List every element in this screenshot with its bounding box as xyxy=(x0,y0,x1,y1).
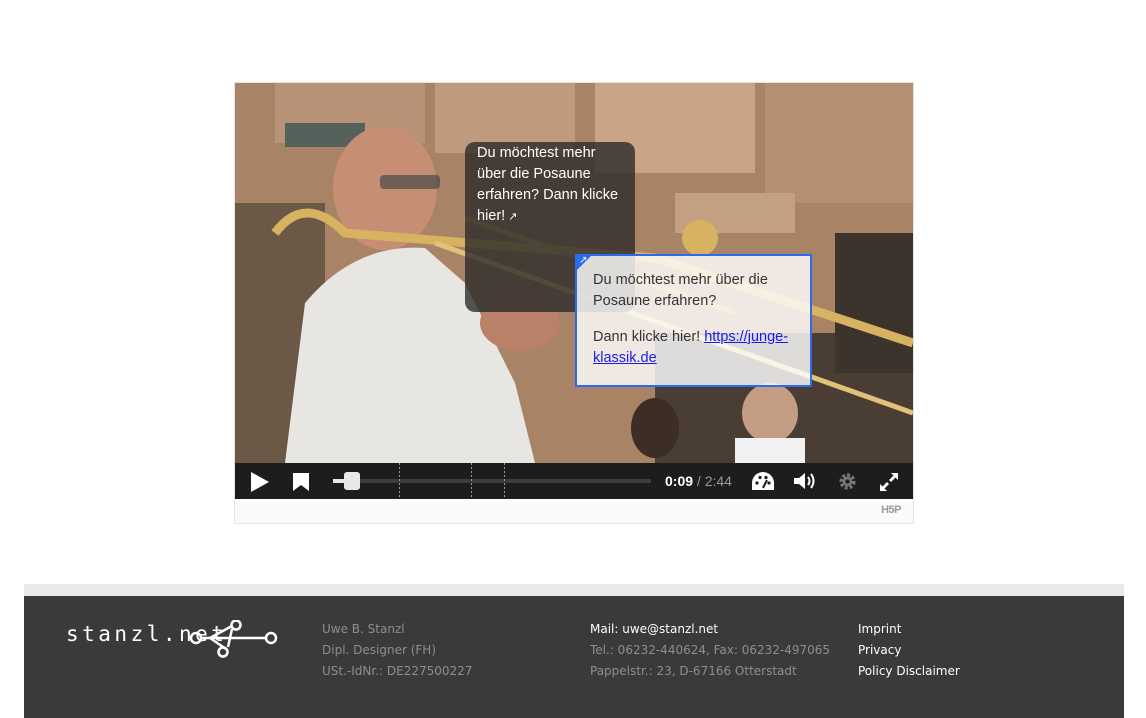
external-link-icon: ↗ xyxy=(579,255,588,266)
interaction-marker xyxy=(399,463,400,499)
footer-links: Imprint Privacy Policy Disclaimer xyxy=(858,619,960,682)
network-logo-icon xyxy=(189,620,278,658)
site-footer: stanzl.net Uwe B. Stanzl Dipl. Designer … xyxy=(24,596,1124,718)
footer-contact: Mail: uwe@stanzl.net Tel.: 06232-440624,… xyxy=(590,619,830,682)
volume-icon[interactable] xyxy=(793,472,817,490)
video-frame[interactable]: Du möchtest mehr über die Posaune erfahr… xyxy=(235,83,913,463)
player-footer: H5P xyxy=(235,499,913,523)
time-display: 0:09 / 2:44 xyxy=(665,473,732,489)
footer-vat-id: USt.-IdNr.: DE227500227 xyxy=(322,664,473,678)
footer-divider xyxy=(24,584,1124,596)
footer-name: Uwe B. Stanzl xyxy=(322,622,405,636)
footer-link-disclaimer[interactable]: Policy Disclaimer xyxy=(858,661,960,682)
footer-phone: Tel.: 06232-440624, Fax: 06232-497065 xyxy=(590,643,831,657)
bookmark-icon[interactable] xyxy=(293,473,309,491)
play-icon[interactable] xyxy=(251,472,269,492)
settings-gear-icon[interactable] xyxy=(838,472,857,491)
playback-speed-icon[interactable] xyxy=(751,471,775,491)
hotspot-text: Du möchtest mehr über die Posaune erfahr… xyxy=(477,145,619,224)
time-separator: / xyxy=(693,473,705,489)
external-link-icon: ↗ xyxy=(508,211,518,223)
footer-link-privacy[interactable]: Privacy xyxy=(858,640,960,661)
current-time: 0:09 xyxy=(665,473,694,489)
fullscreen-icon[interactable] xyxy=(879,472,899,492)
progress-handle[interactable] xyxy=(344,472,360,490)
progress-track[interactable] xyxy=(333,479,651,483)
control-bar: 0:09 / 2:44 xyxy=(235,463,913,499)
interaction-marker xyxy=(504,463,505,499)
footer-title: Dipl. Designer (FH) xyxy=(322,643,437,657)
h5p-interactive-video: Du möchtest mehr über die Posaune erfahr… xyxy=(234,82,914,524)
footer-link-imprint[interactable]: Imprint xyxy=(858,619,960,640)
footer-mail[interactable]: Mail: uwe@stanzl.net xyxy=(590,619,830,640)
text-popup: ↗ Du möchtest mehr über die Posaune erfa… xyxy=(575,254,812,387)
footer-address: Pappelstr.: 23, D-67166 Otterstadt xyxy=(590,664,797,678)
duration: 2:44 xyxy=(704,473,732,489)
footer-company-info: Uwe B. Stanzl Dipl. Designer (FH) USt.-I… xyxy=(322,619,472,682)
popup-line-2: Dann klicke hier! xyxy=(593,329,705,345)
popup-line-1: Du möchtest mehr über die Posaune erfahr… xyxy=(593,272,768,309)
h5p-logo[interactable]: H5P xyxy=(881,504,901,516)
interaction-marker xyxy=(471,463,472,499)
